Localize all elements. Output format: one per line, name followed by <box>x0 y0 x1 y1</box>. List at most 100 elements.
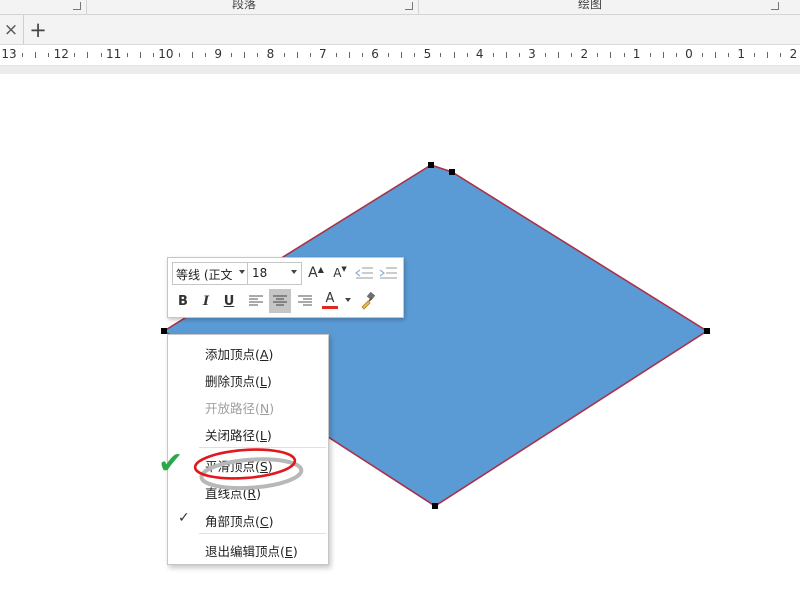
bold-button[interactable]: B <box>172 290 194 312</box>
ruler-tick <box>284 53 285 57</box>
ruler-tick <box>388 53 389 57</box>
ruler-number: 8 <box>266 47 275 61</box>
access-key: C <box>259 514 269 529</box>
ruler-tick <box>401 52 402 58</box>
horizontal-ruler[interactable]: 13 12 11 10 9 8 7 6 5 4 3 2 1 0 1 2 <box>0 45 800 66</box>
grow-font-icon: A <box>308 265 318 281</box>
font-size-combobox[interactable]: 18 <box>247 262 302 285</box>
italic-button[interactable]: I <box>195 290 217 312</box>
shrink-font-icon: A <box>333 266 342 280</box>
grow-font-button[interactable]: A ▲ <box>305 262 327 284</box>
format-painter-icon <box>361 292 376 310</box>
vertex-handle[interactable] <box>449 169 455 175</box>
ruler-shadow <box>0 66 800 74</box>
align-center-button[interactable] <box>269 289 291 313</box>
ruler-tick <box>728 53 729 57</box>
ruler-number: 6 <box>371 47 379 61</box>
ruler-tick <box>624 53 625 57</box>
close-tab-icon[interactable]: × <box>0 15 22 44</box>
menu-item-shortcut: (N) <box>255 401 275 416</box>
ruler-number: 13 <box>1 47 17 61</box>
ruler-tick <box>650 53 651 57</box>
drawing-group-launcher-icon[interactable] <box>771 2 779 10</box>
access-key: A <box>259 347 269 362</box>
decrease-indent-button[interactable] <box>353 262 375 284</box>
ruler-tick <box>780 53 781 57</box>
font-name-combobox[interactable]: 等线 (正文 <box>172 262 248 285</box>
menu-item-text: 添加顶点 <box>205 347 256 362</box>
chevron-down-icon <box>239 270 245 274</box>
document-canvas[interactable] <box>0 74 800 594</box>
ruler-tick <box>506 52 507 58</box>
increase-indent-button[interactable] <box>377 262 399 284</box>
ruler-tick <box>663 52 664 58</box>
ruler-tick <box>35 52 36 58</box>
menu-item-exit-edit-points[interactable]: 退出编辑顶点(E) <box>168 535 328 562</box>
ribbon-group-divider <box>418 0 419 14</box>
menu-item-label: 角部顶点(C) <box>205 511 274 530</box>
font-color-button[interactable]: A <box>319 289 341 311</box>
vertex-handle[interactable] <box>428 162 434 168</box>
menu-item-delete-point[interactable]: 删除顶点(L) <box>168 365 328 392</box>
ruler-tick <box>297 52 298 58</box>
menu-item-text: 开放路径 <box>205 401 256 416</box>
vertex-handle[interactable] <box>432 503 438 509</box>
ruler-tick <box>440 53 441 57</box>
ruler-number: 9 <box>214 47 223 61</box>
ruler-number: 12 <box>53 47 69 61</box>
underline-button[interactable]: U <box>218 290 240 312</box>
ruler-tick <box>467 53 468 57</box>
vertex-handle[interactable] <box>704 328 710 334</box>
menu-item-label: 添加顶点(A) <box>205 344 273 363</box>
ruler-tick <box>545 53 546 57</box>
ruler-tick <box>127 53 128 57</box>
add-tab-icon[interactable]: + <box>23 15 52 44</box>
ruler-number: 1 <box>737 47 746 61</box>
access-key: E <box>284 544 293 559</box>
align-right-icon <box>298 295 312 306</box>
ruler-tick <box>153 53 154 57</box>
increase-indent-icon <box>379 267 397 279</box>
ruler-number: 2 <box>789 47 798 61</box>
align-left-icon <box>249 295 263 306</box>
menu-item-label: 开放路径(N) <box>205 398 274 417</box>
ruler-number: 0 <box>685 47 693 61</box>
ribbon-group-strip: 段落 绘图 <box>0 0 800 15</box>
align-left-button[interactable] <box>245 290 267 312</box>
ruler-tick <box>336 53 337 57</box>
ruler-tick <box>101 53 102 57</box>
highlight-ring <box>193 448 297 480</box>
menu-item-shortcut: (A) <box>255 347 274 362</box>
ruler-number: 11 <box>105 47 122 61</box>
green-check-icon: ✔ <box>158 446 184 481</box>
ruler-tick <box>257 53 258 57</box>
menu-separator <box>199 533 326 534</box>
ruler-tick <box>140 52 141 58</box>
font-color-swatch <box>322 305 338 309</box>
shrink-font-button[interactable]: A ▼ <box>329 262 351 284</box>
chevron-down-icon <box>291 270 297 274</box>
paragraph-group-label: 段落 <box>232 0 257 11</box>
ruler-tick <box>244 52 245 58</box>
menu-item-text: 删除顶点 <box>205 374 256 389</box>
font-size-value: 18 <box>252 266 268 280</box>
format-painter-button[interactable] <box>357 290 379 312</box>
ruler-number: 5 <box>423 47 432 61</box>
access-key: N <box>259 401 270 416</box>
ruler-tick <box>87 52 88 58</box>
checkmark-icon: ✓ <box>178 510 190 526</box>
ribbon-group-divider <box>86 0 87 14</box>
menu-item-open-path: 开放路径(N) <box>168 392 328 419</box>
menu-item-add-point[interactable]: 添加顶点(A) <box>168 338 328 365</box>
menu-item-shortcut: (L) <box>255 374 272 389</box>
italic-icon: I <box>202 293 210 309</box>
ruler-number: 7 <box>318 47 327 61</box>
font-color-dropdown-icon[interactable] <box>345 298 351 302</box>
font-group-launcher-icon[interactable] <box>73 2 81 10</box>
align-right-button[interactable] <box>294 290 316 312</box>
menu-item-corner-point[interactable]: ✓ 角部顶点(C) <box>168 505 328 532</box>
ruler-tick <box>349 52 350 58</box>
ruler-tick <box>74 53 75 57</box>
paragraph-group-launcher-icon[interactable] <box>405 2 413 10</box>
ruler-tick <box>493 53 494 57</box>
